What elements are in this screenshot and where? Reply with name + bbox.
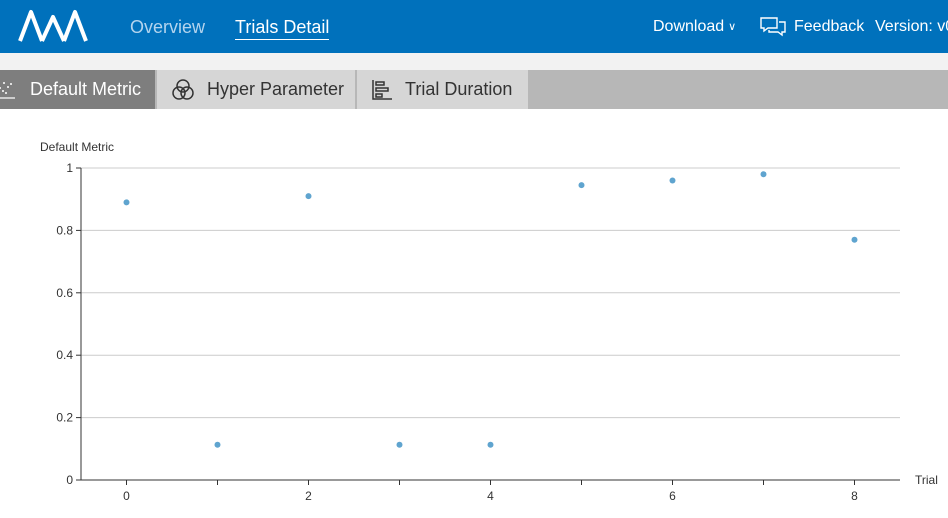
y-tick-label: 0.8 xyxy=(56,223,73,237)
nav-trials-detail-link[interactable]: Trials Detail xyxy=(235,16,330,40)
scatter-icon xyxy=(0,79,16,101)
y-tick-label: 0.4 xyxy=(56,348,73,362)
tab-label: Hyper Parameter xyxy=(207,79,345,99)
header-divider-strip xyxy=(0,53,948,70)
data-point xyxy=(396,441,403,448)
data-point xyxy=(669,177,676,184)
data-point xyxy=(214,441,221,448)
tab-trial-duration[interactable]: Trial Duration xyxy=(357,70,528,109)
feedback-label: Feedback xyxy=(794,18,865,35)
y-tick-label: 0 xyxy=(66,473,73,487)
version-text: Version: v0 xyxy=(875,18,948,35)
tab-label: Default Metric xyxy=(30,79,142,99)
chevron-down-icon: ∨ xyxy=(728,21,737,33)
tab-hyper-parameter[interactable]: Hyper Parameter xyxy=(157,70,355,109)
venn-icon xyxy=(171,78,195,101)
tab-default-metric[interactable]: Default Metric xyxy=(0,70,155,109)
y-tick-label: 1 xyxy=(66,161,73,175)
download-menu[interactable]: Download ∨ xyxy=(653,16,736,39)
data-point xyxy=(487,441,494,448)
y-axis-label: Default Metric xyxy=(40,140,114,154)
x-tick-label: 8 xyxy=(851,489,858,503)
data-point xyxy=(851,236,858,243)
y-tick-label: 0.2 xyxy=(56,411,73,425)
x-axis-label: Trial xyxy=(915,473,938,487)
x-tick-label: 6 xyxy=(669,489,676,503)
data-point xyxy=(305,193,312,200)
top-nav-bar: Overview Trials Detail Download ∨ Feedbac… xyxy=(0,0,948,53)
nni-logo[interactable] xyxy=(18,9,92,43)
scatter-plot: 0 0.2 0.4 0.6 0.8 1 0 2 4 6 8 Default Metric Trial xyxy=(40,140,938,503)
bar-chart-icon xyxy=(371,79,393,101)
feedback-link[interactable]: Feedback xyxy=(760,16,864,38)
y-tick-label: 0.6 xyxy=(56,286,73,300)
x-tick-label: 4 xyxy=(487,489,494,503)
default-metric-chart: 0 0.2 0.4 0.6 0.8 1 0 2 4 6 8 Default Metric Trial xyxy=(0,109,948,518)
x-tick-label: 0 xyxy=(123,489,130,503)
feedback-icon xyxy=(760,17,786,37)
data-point xyxy=(760,171,767,178)
chart-tab-bar: Default Metric Hyper Parameter Trial Dur… xyxy=(0,70,948,109)
data-point xyxy=(578,182,585,189)
x-tick-label: 2 xyxy=(305,489,312,503)
nav-overview-link[interactable]: Overview xyxy=(130,16,205,38)
download-label: Download xyxy=(653,18,725,35)
data-point xyxy=(123,199,130,206)
tab-label: Trial Duration xyxy=(405,79,513,99)
